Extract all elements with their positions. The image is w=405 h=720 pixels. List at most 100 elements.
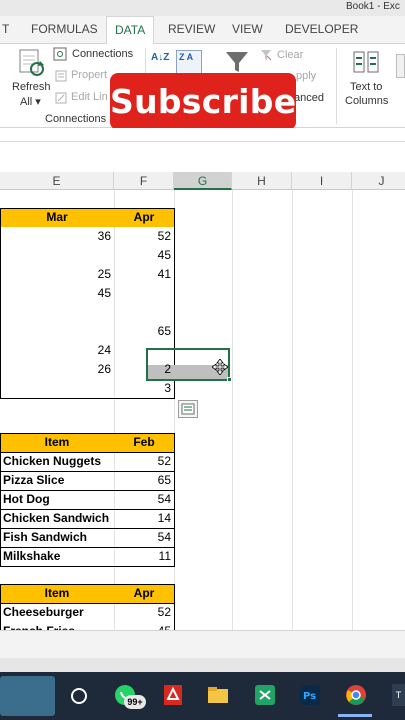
ribbon-separator [336,48,337,124]
table1-cell[interactable]: 52 [114,227,174,246]
worksheet-grid[interactable]: Mar Apr 36 52 45 25 41 45 65 24 26 2 3 I… [0,190,405,630]
table2-value[interactable]: 54 [114,528,174,547]
table2-value[interactable]: 11 [114,547,174,566]
table2-rule [0,490,175,491]
partial-ribbon-icon[interactable] [396,54,405,78]
table2-value[interactable]: 54 [114,490,174,509]
gridline [174,190,175,630]
tab-partial[interactable]: T [2,22,9,36]
gridline [232,190,233,630]
text-to-columns-label-2[interactable]: Columns [345,95,388,107]
refresh-all-label-1[interactable]: Refresh [12,81,51,93]
table3-item[interactable]: Cheeseburger [0,603,114,622]
properties-icon[interactable] [55,69,67,82]
column-header-h[interactable]: H [232,172,292,190]
edit-links-button[interactable]: Edit Lin [71,91,108,103]
table2-rule [0,452,175,453]
clear-filter-icon[interactable] [260,48,272,61]
table2-rule [0,528,175,529]
file-explorer-icon[interactable] [207,684,229,706]
table2-item[interactable]: Chicken Nuggets [0,452,114,471]
column-header-f[interactable]: F [114,172,174,190]
whatsapp-badge: 99+ [124,695,146,709]
tab-data[interactable]: DATA [106,16,155,45]
table2-item[interactable]: Fish Sandwich [0,528,114,547]
refresh-all-icon[interactable] [18,48,46,78]
column-header-g[interactable]: G [174,172,232,190]
table2-value[interactable]: 14 [114,509,174,528]
acrobat-icon[interactable] [162,684,184,706]
search-circle-icon[interactable] [70,687,88,705]
column-header-j[interactable]: J [352,172,405,190]
table1-cell[interactable]: 25 [0,265,114,284]
table1-cell[interactable]: 45 [114,246,174,265]
refresh-all-label-2[interactable]: All ▾ [20,95,41,108]
table2-value[interactable]: 65 [114,471,174,490]
column-header-i[interactable]: I [292,172,352,190]
autofill-options-button[interactable] [178,400,198,418]
edit-links-icon[interactable] [55,91,67,104]
gridline [352,190,353,630]
fill-handle[interactable] [227,377,232,382]
table1-header-mar[interactable]: Mar [0,208,114,227]
subscribe-banner[interactable]: Subscribe [110,73,296,130]
table3-header-item[interactable]: Item [0,584,114,603]
column-header-e[interactable]: E [0,172,114,190]
sort-ascending-button[interactable]: A↓Z [151,52,169,63]
table2-rule [0,547,175,548]
text-to-columns-icon[interactable] [352,50,380,76]
table1-cell[interactable]: 65 [114,322,174,341]
table1-cell[interactable]: 41 [114,265,174,284]
properties-button[interactable]: Propert [71,69,107,81]
connections-icon[interactable] [53,47,67,61]
filter-icon[interactable] [224,49,250,75]
text-to-columns-label-1[interactable]: Text to [350,81,382,93]
connections-button[interactable]: Connections [72,48,133,60]
table1-cell[interactable] [114,284,174,303]
tab-review[interactable]: REVIEW [168,22,215,36]
table1-cell[interactable] [0,303,114,322]
table2-item[interactable]: Pizza Slice [0,471,114,490]
formula-bar[interactable] [0,141,405,175]
tab-view[interactable]: VIEW [232,22,263,36]
advanced-filter-button[interactable]: anced [294,92,324,104]
photoshop-icon[interactable]: Ps [299,684,321,706]
chrome-icon[interactable] [345,684,367,706]
table1-cell[interactable]: 36 [0,227,114,246]
table1-header-apr[interactable]: Apr [114,208,174,227]
table3-header-apr[interactable]: Apr [114,584,174,603]
table1-cell[interactable]: 24 [0,341,114,360]
table3-value[interactable]: 45 [114,622,174,630]
reapply-button[interactable]: pply [296,70,316,82]
table1-cell[interactable] [0,379,114,398]
table2-item[interactable]: Hot Dog [0,490,114,509]
sort-za-label: Z A [179,52,194,62]
table2-item[interactable]: Chicken Sandwich [0,509,114,528]
connections-group-label: Connections [45,113,107,125]
svg-text:Ps: Ps [303,691,316,702]
table2-rule [0,471,175,472]
table1-cell[interactable]: 26 [0,360,114,379]
table2-item[interactable]: Milkshake [0,547,114,566]
table1-cell[interactable]: 2 [114,360,174,379]
table2-header-item[interactable]: Item [0,433,114,452]
table2-header-feb[interactable]: Feb [114,433,174,452]
tab-developer[interactable]: DEVELOPER [285,22,358,36]
title-bar: Book1 - Exc [0,0,405,16]
sort-dialog-icon[interactable]: Z A [176,50,202,74]
gridline [292,190,293,630]
table3-value[interactable]: 52 [114,603,174,622]
table1-cell[interactable] [114,303,174,322]
table1-cell[interactable] [0,246,114,265]
excel-window: Book1 - Exc T FORMULAS DATA REVIEW VIEW … [0,0,405,720]
table1-cell[interactable]: 3 [114,379,174,398]
excel-app-icon[interactable] [254,684,276,706]
table2-value[interactable]: 52 [114,452,174,471]
start-thumbnail[interactable] [0,676,55,716]
table3-item[interactable]: French Fries [0,622,114,630]
table1-cell[interactable]: 45 [0,284,114,303]
edge-taskbar-item[interactable]: T [392,684,405,706]
tab-formulas[interactable]: FORMULAS [31,22,98,36]
clear-button[interactable]: Clear [277,49,303,61]
table1-cell[interactable] [0,322,114,341]
